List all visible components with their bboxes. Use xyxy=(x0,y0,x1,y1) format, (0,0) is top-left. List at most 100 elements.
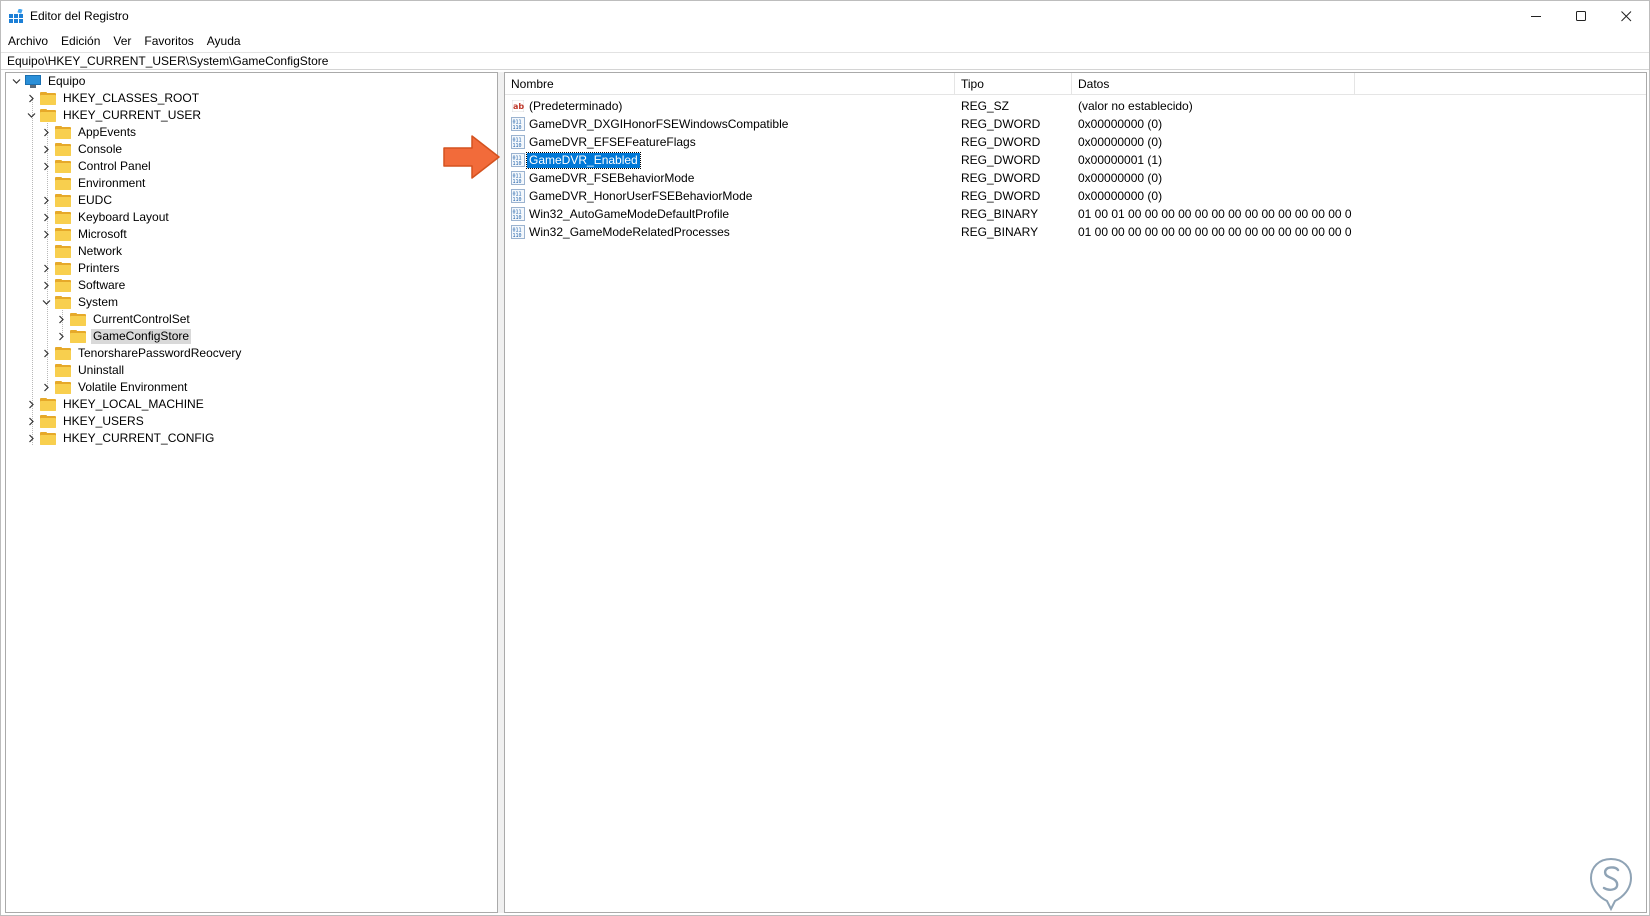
tree-item-system[interactable]: System xyxy=(40,294,120,311)
tree-item-keyboard-layout[interactable]: Keyboard Layout xyxy=(40,209,171,226)
folder-icon xyxy=(55,160,71,173)
tree-item-hkey-current-user[interactable]: HKEY_CURRENT_USER xyxy=(25,107,203,124)
chevron-down-icon[interactable] xyxy=(25,107,37,124)
chevron-right-icon[interactable] xyxy=(40,345,52,362)
tree-item-eudc[interactable]: EUDC xyxy=(40,192,114,209)
value-data: (valor no establecido) xyxy=(1078,99,1193,113)
chevron-right-icon[interactable] xyxy=(40,124,52,141)
window-controls xyxy=(1514,1,1649,31)
value-data: 01 00 01 00 00 00 00 00 00 00 00 00 00 0… xyxy=(1078,207,1352,221)
tree-item-microsoft[interactable]: Microsoft xyxy=(40,226,129,243)
tree-item-environment[interactable]: Environment xyxy=(40,175,147,192)
svg-text:ab: ab xyxy=(513,102,524,111)
menu-archivo[interactable]: Archivo xyxy=(1,32,54,50)
tree-item-label: Equipo xyxy=(48,74,86,88)
cell-name: 011 110 GameDVR_EFSEFeatureFlags xyxy=(505,135,955,150)
tree-item-hkey-current-config[interactable]: HKEY_CURRENT_CONFIG xyxy=(25,430,216,447)
tree-item-printers[interactable]: Printers xyxy=(40,260,121,277)
close-button[interactable] xyxy=(1604,1,1649,31)
values-list-pane[interactable]: Nombre Tipo Datos ab (Predeterminado) RE… xyxy=(504,72,1647,913)
chevron-down-icon[interactable] xyxy=(10,73,22,90)
value-name: Win32_AutoGameModeDefaultProfile xyxy=(529,206,730,221)
chevron-down-icon[interactable] xyxy=(40,294,52,311)
chevron-right-icon[interactable] xyxy=(55,311,67,328)
chevron-right-icon[interactable] xyxy=(40,277,52,294)
tree-item-hkey-users[interactable]: HKEY_USERS xyxy=(25,413,146,430)
maximize-button[interactable] xyxy=(1559,1,1604,31)
menu-ver[interactable]: Ver xyxy=(106,32,137,50)
chevron-right-icon[interactable] xyxy=(40,158,52,175)
cell-name: 011 110 GameDVR_Enabled xyxy=(505,151,955,169)
tree-item-hkey-classes-root[interactable]: HKEY_CLASSES_ROOT xyxy=(25,90,201,107)
tree-item-label: EUDC xyxy=(78,193,113,207)
folder-icon xyxy=(40,92,56,105)
tree-item-console[interactable]: Console xyxy=(40,141,124,158)
chevron-right-icon[interactable] xyxy=(40,226,52,243)
value-type: REG_DWORD xyxy=(961,117,1041,131)
tree-item-hkey-local-machine[interactable]: HKEY_LOCAL_MACHINE xyxy=(25,396,206,413)
chevron-right-icon[interactable] xyxy=(25,430,37,447)
chevron-right-icon[interactable] xyxy=(55,328,67,345)
close-icon xyxy=(1621,10,1632,21)
folder-icon xyxy=(55,381,71,394)
chevron-right-icon[interactable] xyxy=(40,379,52,396)
list-row-dxgihonor[interactable]: 011 110 GameDVR_DXGIHonorFSEWindowsCompat… xyxy=(505,115,1352,133)
cell-name: 011 110 GameDVR_DXGIHonorFSEWindowsCompat… xyxy=(505,117,955,132)
value-data: 0x00000000 (0) xyxy=(1078,117,1163,131)
tree-item-volatile-environment[interactable]: Volatile Environment xyxy=(40,379,189,396)
list-row-gamemoderelated[interactable]: 011 110 Win32_GameModeRelatedProcesses RE… xyxy=(505,223,1352,241)
key-tree-pane[interactable]: Equipo HKEY_CLASSES_ROOT HKEY_CURRENT_US… xyxy=(5,72,498,913)
tree-item-control-panel[interactable]: Control Panel xyxy=(40,158,153,175)
address-bar[interactable]: Equipo\HKEY_CURRENT_USER\System\GameConf… xyxy=(1,52,1649,70)
value-data: 0x00000001 (1) xyxy=(1078,153,1163,167)
tree-item-label: Control Panel xyxy=(78,159,151,173)
column-header-type[interactable]: Tipo xyxy=(955,73,1072,95)
tree-item-equipo[interactable]: Equipo xyxy=(10,73,87,90)
column-header-name[interactable]: Nombre xyxy=(505,73,955,95)
tree-item-label: Printers xyxy=(78,261,120,275)
value-type: REG_SZ xyxy=(961,99,1010,113)
cell-name: 011 110 Win32_AutoGameModeDefaultProfile xyxy=(505,207,955,222)
chevron-right-icon[interactable] xyxy=(25,413,37,430)
chevron-right-icon[interactable] xyxy=(25,396,37,413)
svg-text:110: 110 xyxy=(513,143,522,148)
folder-icon xyxy=(55,177,71,190)
minimize-button[interactable] xyxy=(1514,1,1559,31)
folder-icon xyxy=(55,211,71,224)
menu-favoritos[interactable]: Favoritos xyxy=(137,32,199,50)
tree-item-currentcontrolset[interactable]: CurrentControlSet xyxy=(55,311,192,328)
value-name: GameDVR_DXGIHonorFSEWindowsCompatible xyxy=(529,116,789,131)
menu-bar: Archivo Edición Ver Favoritos Ayuda xyxy=(1,32,247,50)
list-row-gamedvr-enabled[interactable]: 011 110 GameDVR_Enabled REG_DWORD 0x00000… xyxy=(505,151,1352,169)
list-row-autogamemode[interactable]: 011 110 Win32_AutoGameModeDefaultProfile … xyxy=(505,205,1352,223)
binary-value-icon: 011 110 xyxy=(511,207,525,221)
folder-icon xyxy=(70,313,86,326)
menu-edicion[interactable]: Edición xyxy=(54,32,106,50)
title-bar[interactable]: Editor del Registro xyxy=(1,1,1649,31)
string-value-icon: ab xyxy=(511,99,525,113)
list-row-fsebehaviormode[interactable]: 011 110 GameDVR_FSEBehaviorMode REG_DWORD… xyxy=(505,169,1352,187)
chevron-right-icon[interactable] xyxy=(40,260,52,277)
chevron-right-icon[interactable] xyxy=(40,192,52,209)
list-row-efsefeatureflags[interactable]: 011 110 GameDVR_EFSEFeatureFlags REG_DWOR… xyxy=(505,133,1352,151)
chevron-right-icon[interactable] xyxy=(40,209,52,226)
tree-item-label: HKEY_USERS xyxy=(63,414,144,428)
tree-item-label: Console xyxy=(78,142,123,156)
binary-value-icon: 011 110 xyxy=(511,153,525,167)
list-row-honoruserfse[interactable]: 011 110 GameDVR_HonorUserFSEBehaviorMode … xyxy=(505,187,1352,205)
list-row-predeterminado[interactable]: ab (Predeterminado) REG_SZ (valor no est… xyxy=(505,97,1352,115)
folder-icon xyxy=(55,262,71,275)
tree-item-label: AppEvents xyxy=(78,125,137,139)
chevron-right-icon[interactable] xyxy=(40,141,52,158)
chevron-right-icon[interactable] xyxy=(25,90,37,107)
menu-ayuda[interactable]: Ayuda xyxy=(200,32,247,50)
tree-item-uninstall[interactable]: Uninstall xyxy=(40,362,126,379)
tree-item-software[interactable]: Software xyxy=(40,277,127,294)
tree-item-tenorsharepasswordreocvery[interactable]: TenorsharePasswordReocvery xyxy=(40,345,243,362)
tree-item-network[interactable]: Network xyxy=(40,243,124,260)
tree-item-label-selected: GameConfigStore xyxy=(91,329,192,344)
column-header-data[interactable]: Datos xyxy=(1072,73,1355,95)
binary-value-icon: 011 110 xyxy=(511,135,525,149)
tree-item-gameconfigstore[interactable]: GameConfigStore xyxy=(55,328,192,345)
tree-item-appevents[interactable]: AppEvents xyxy=(40,124,138,141)
